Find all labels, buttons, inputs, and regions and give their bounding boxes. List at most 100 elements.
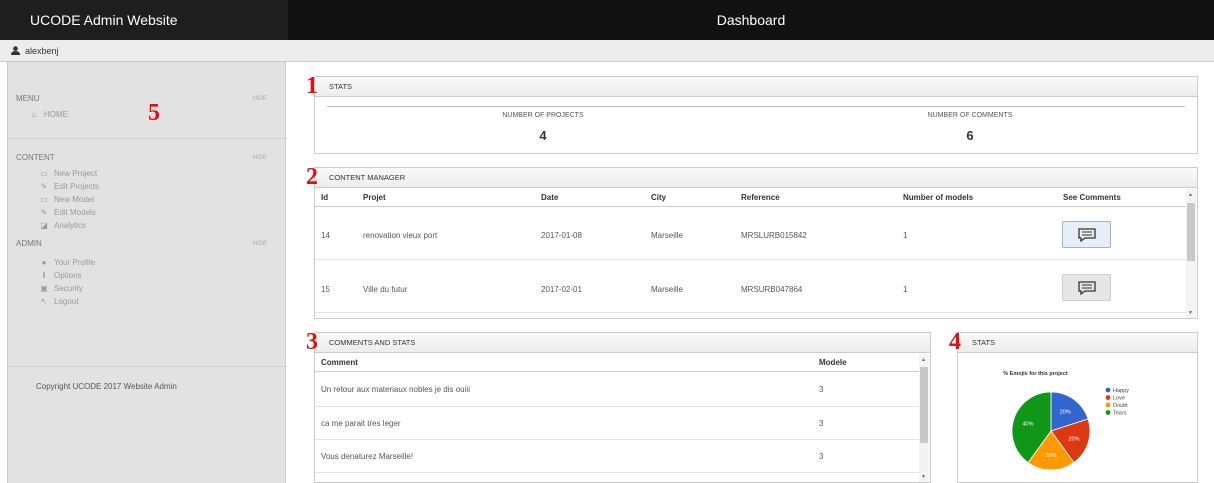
sidebar-item-new-project[interactable]: ▭ New Project: [38, 169, 97, 178]
see-comments-button[interactable]: [1062, 274, 1111, 301]
annotation-number: 4: [949, 329, 961, 355]
sidebar-item-logout[interactable]: ↖ Logout: [38, 297, 79, 306]
lock-icon: ▣: [40, 284, 48, 293]
cell-date: 2017-01-08: [541, 231, 582, 240]
sidebar-item-label: HOME: [44, 110, 68, 119]
list-item[interactable]: Vous denaturez Marseille! 3: [315, 440, 920, 473]
cell-reference: MRSURB047864: [741, 285, 803, 294]
cell-id: 14: [321, 231, 330, 240]
cell-city: Marseille: [651, 285, 684, 294]
sidebar-item-label: New Model: [54, 195, 95, 204]
projects-stat-value: 4: [539, 128, 547, 143]
new-file-icon: ▭: [40, 195, 48, 204]
scroll-down-icon[interactable]: ▼: [1188, 310, 1193, 316]
sidebar-item-options[interactable]: ‖ Options: [38, 271, 82, 280]
column-header[interactable]: Number of models: [903, 193, 973, 202]
cell-reference: MRSLURB015842: [741, 231, 807, 240]
comment-text: ca me parait tres leger: [321, 419, 401, 428]
content-manager-panel: CONTENT MANAGER Id Projet Date City Refe…: [314, 167, 1198, 319]
user-bar: alexbenj: [0, 40, 1214, 62]
new-file-icon: ▭: [40, 169, 48, 178]
sidebar-item-home[interactable]: ⌂ HOME: [28, 110, 68, 119]
admin-hide-button[interactable]: HIDE: [253, 241, 267, 247]
menu-heading: MENU: [16, 94, 40, 103]
scroll-down-icon[interactable]: ▼: [921, 474, 926, 480]
annotation-number: 1: [306, 73, 318, 99]
content-heading: CONTENT: [16, 153, 55, 162]
sidebar-item-your-profile[interactable]: ● Your Profile: [38, 258, 95, 267]
column-header[interactable]: Modele: [819, 358, 847, 367]
pie-chart: 20% 20% 20% 40% Happy LoveDoubt Tears: [1011, 387, 1129, 471]
column-header[interactable]: Date: [541, 193, 558, 202]
content-hide-button[interactable]: HIDE: [253, 155, 267, 161]
sidebar: MENU HIDE ⌂ HOME CONTENT HIDE ▭ New Proje…: [7, 62, 287, 483]
legend-label[interactable]: Tears: [1113, 411, 1127, 417]
comment-text: Un retour aux materiaux nobles je dis ou…: [321, 385, 470, 394]
logout-icon: ↖: [40, 297, 48, 306]
cell-projet: Ville du futur: [363, 285, 408, 294]
scrollbar[interactable]: ▲ ▼: [919, 354, 929, 482]
column-header[interactable]: City: [651, 193, 666, 202]
pie-data-label: 20%: [1060, 409, 1071, 415]
sidebar-item-label: Edit Projects: [54, 182, 99, 191]
emoji-stats-panel: STATS % Emojis for this project 20% 20% 20…: [957, 332, 1198, 483]
see-comments-button[interactable]: [1062, 221, 1111, 248]
cell-projet: renovation vieux port: [363, 231, 438, 240]
copyright-text: Copyright UCODE 2017 Website Admin: [36, 382, 177, 391]
comment-modele: 3: [819, 452, 824, 461]
legend-swatch: [1105, 387, 1111, 393]
legend-label[interactable]: Happy: [1113, 388, 1129, 394]
pie-data-label: 20%: [1045, 453, 1056, 459]
user-icon: [11, 46, 20, 55]
cell-id: 15: [321, 285, 330, 294]
legend-swatch: [1105, 410, 1111, 415]
cell-city: Marseille: [651, 231, 684, 240]
page-title: Dashboard: [716, 12, 786, 28]
divider: [8, 366, 287, 367]
sidebar-item-analytics[interactable]: ◪ Analytics: [38, 221, 86, 230]
column-header[interactable]: Projet: [363, 193, 386, 202]
divider: [327, 106, 1185, 107]
column-header[interactable]: Id: [321, 193, 328, 202]
annotation-number: 2: [306, 164, 318, 190]
column-header[interactable]: See Comments: [1063, 193, 1121, 202]
comment-icon: [1077, 227, 1096, 242]
username[interactable]: alexbenj: [25, 46, 59, 56]
sidebar-item-edit-models[interactable]: ✎ Edit Models: [38, 208, 96, 217]
app-title[interactable]: UCODE Admin Website: [0, 0, 288, 40]
column-header[interactable]: Comment: [321, 358, 358, 367]
table-row[interactable]: 14 renovation vieux port 2017-01-08 Mars…: [315, 208, 1190, 260]
scroll-up-icon[interactable]: ▲: [1188, 192, 1193, 198]
sidebar-item-label: Security: [54, 284, 83, 293]
content-manager-title: CONTENT MANAGER: [315, 168, 1197, 188]
user-icon: ●: [41, 258, 47, 267]
sidebar-item-label: New Project: [54, 169, 98, 178]
scrollbar[interactable]: ▲ ▼: [1186, 189, 1196, 318]
scroll-up-icon[interactable]: ▲: [921, 357, 926, 363]
admin-heading: ADMIN: [16, 239, 42, 248]
sidebar-item-label: Options: [54, 271, 82, 280]
comment-modele: 3: [819, 419, 824, 428]
cell-models: 1: [903, 231, 908, 240]
sidebar-item-new-model[interactable]: ▭ New Model: [38, 195, 94, 204]
comment-icon: [1077, 280, 1096, 295]
table-row[interactable]: 15 Ville du futur 2017-02-01 Marseille M…: [315, 261, 1190, 313]
comments-stat-value: 6: [966, 128, 974, 143]
sidebar-item-label: Logout: [54, 297, 79, 306]
divider: [8, 138, 287, 139]
legend-label[interactable]: Love: [1113, 396, 1125, 402]
legend-label[interactable]: Doubt: [1113, 403, 1128, 409]
comment-modele: 3: [819, 385, 824, 394]
stats-panel: STATS NUMBER OF PROJECTS 4 NUMBER OF COM…: [314, 76, 1198, 154]
menu-hide-button[interactable]: HIDE: [253, 96, 267, 102]
column-header[interactable]: Reference: [741, 193, 780, 202]
list-item[interactable]: ca me parait tres leger 3: [315, 407, 920, 440]
sidebar-item-security[interactable]: ▣ Security: [38, 284, 83, 293]
scroll-thumb[interactable]: [1187, 203, 1195, 261]
scroll-thumb[interactable]: [920, 367, 928, 443]
comment-text: Vous denaturez Marseille!: [321, 452, 414, 461]
sidebar-item-edit-projects[interactable]: ✎ Edit Projects: [38, 182, 99, 191]
list-item[interactable]: Un retour aux materiaux nobles je dis ou…: [315, 373, 920, 407]
projects-stat-label: NUMBER OF PROJECTS: [502, 112, 584, 119]
sidebar-item-label: Edit Models: [54, 208, 96, 217]
